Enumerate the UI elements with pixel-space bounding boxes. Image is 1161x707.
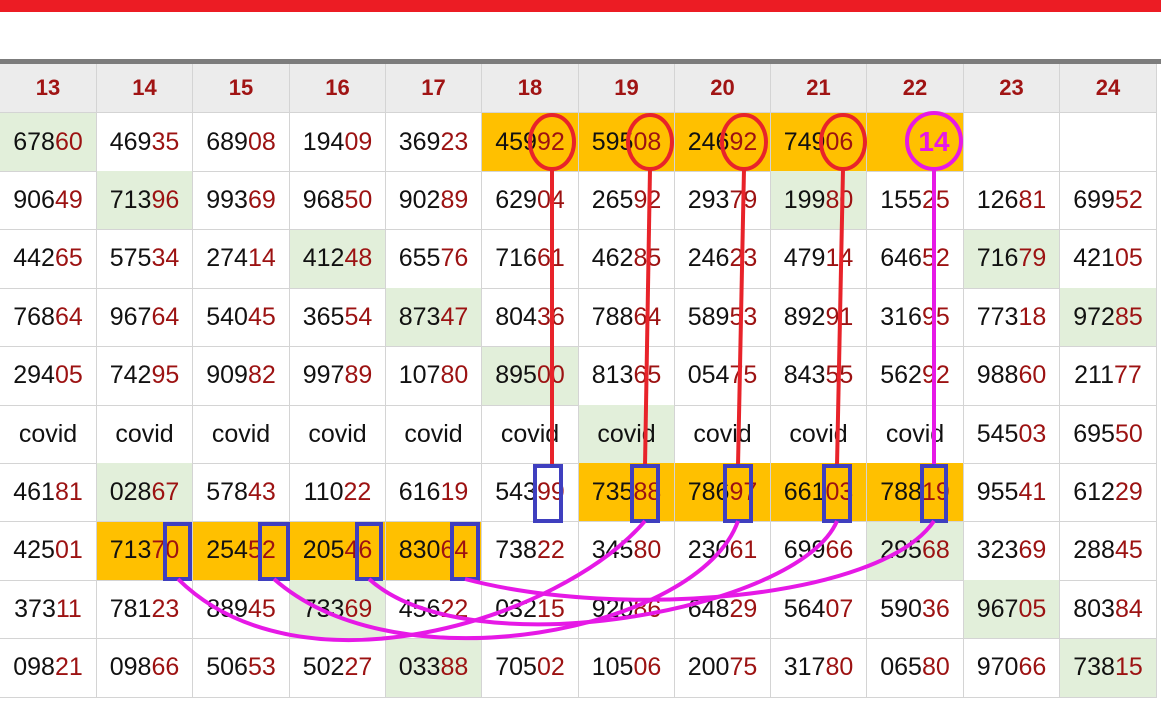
blue-box-22 bbox=[920, 464, 948, 523]
blue-box-16 bbox=[355, 522, 383, 581]
red-line-19 bbox=[643, 168, 652, 467]
annotation-overlay: 14 bbox=[163, 111, 963, 642]
blue-box-19 bbox=[630, 464, 660, 523]
magenta-circle-label: 14 bbox=[918, 126, 950, 157]
magenta-curve-3 bbox=[367, 520, 839, 627]
red-circle-21 bbox=[819, 113, 867, 171]
red-line-21 bbox=[835, 168, 845, 467]
red-line-20 bbox=[736, 168, 746, 467]
blue-box-14 bbox=[163, 522, 192, 581]
red-circle-18 bbox=[528, 113, 576, 171]
magenta-curve-4 bbox=[464, 519, 936, 602]
red-circle-19 bbox=[626, 113, 674, 171]
blue-box-17 bbox=[450, 522, 480, 581]
blue-box-21 bbox=[822, 464, 852, 523]
magenta-curve-2 bbox=[272, 520, 740, 641]
blue-box-20 bbox=[723, 464, 753, 523]
blue-box-18 bbox=[533, 464, 563, 523]
blue-box-15 bbox=[258, 522, 290, 581]
red-circle-20 bbox=[720, 113, 768, 171]
